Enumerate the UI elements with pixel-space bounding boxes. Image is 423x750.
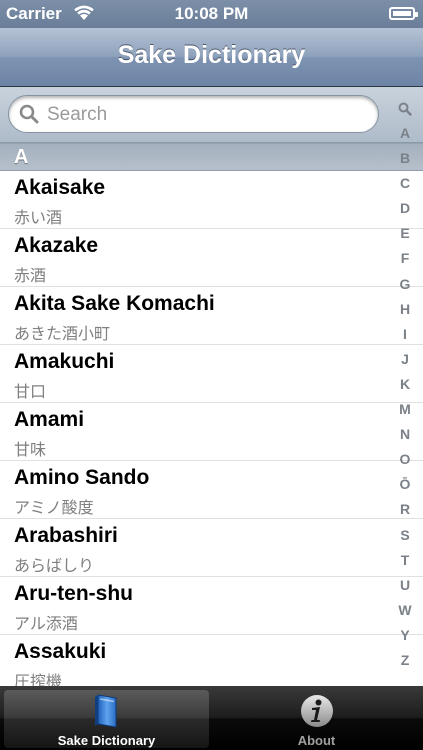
index-letter[interactable]: B <box>387 146 423 171</box>
index-letter[interactable]: U <box>387 573 423 598</box>
list-item[interactable]: Assakuki 圧搾機 <box>0 635 423 686</box>
entry-japanese: 甘味 <box>14 440 47 459</box>
index-letter[interactable]: T <box>387 548 423 573</box>
entry-japanese: 圧搾機 <box>14 672 63 686</box>
entry-japanese: アル添酒 <box>14 614 78 633</box>
index-letter[interactable]: G <box>387 272 423 297</box>
info-icon <box>214 693 419 729</box>
section-header: A <box>0 143 423 171</box>
list-item[interactable]: Akazake 赤酒 <box>0 229 423 287</box>
entry-japanese: アミノ酸度 <box>14 498 94 517</box>
search-bar <box>0 87 423 143</box>
list-item[interactable]: Amino Sando アミノ酸度 <box>0 461 423 519</box>
tab-label: Sake Dictionary <box>57 733 156 748</box>
clock: 10:08 PM <box>174 4 249 23</box>
index-letter[interactable]: R <box>387 497 423 522</box>
index-letter[interactable]: M <box>387 397 423 422</box>
index-letter[interactable]: N <box>387 422 423 447</box>
entry-title: Amino Sando <box>14 466 150 489</box>
entry-japanese: あきた酒小町 <box>14 324 111 343</box>
list-item[interactable]: Amakuchi 甘口 <box>0 345 423 403</box>
list-item[interactable]: Aru-ten-shu アル添酒 <box>0 577 423 635</box>
status-bar: Carrier 10:08 PM <box>0 0 423 28</box>
index-letter[interactable]: S <box>387 523 423 548</box>
index-letter[interactable]: I <box>387 322 423 347</box>
entry-title: Akita Sake Komachi <box>14 292 215 315</box>
battery-icon <box>389 7 418 20</box>
entry-title: Akazake <box>14 234 99 257</box>
index-letter[interactable]: Ō <box>387 472 423 497</box>
index-letter[interactable]: A <box>387 121 423 146</box>
entry-japanese: 甘口 <box>14 382 47 401</box>
index-letter[interactable]: Y <box>387 623 423 648</box>
search-icon <box>19 104 39 129</box>
index-letter[interactable]: K <box>387 372 423 397</box>
list-item[interactable]: Arabashiri あらばしり <box>0 519 423 577</box>
entry-title: Amami <box>14 408 85 431</box>
index-letter[interactable]: Z <box>387 648 423 673</box>
index-letter[interactable]: D <box>387 196 423 221</box>
index-letter[interactable]: H <box>387 297 423 322</box>
entry-japanese: 赤い酒 <box>14 208 63 227</box>
tab-sake-dictionary[interactable]: Sake Dictionary <box>4 690 209 748</box>
list-item[interactable]: Akita Sake Komachi あきた酒小町 <box>0 287 423 345</box>
search-field[interactable] <box>8 95 379 133</box>
entry-japanese: あらばしり <box>14 556 95 575</box>
index-letter[interactable]: C <box>387 171 423 196</box>
entry-title: Akaisake <box>14 176 106 199</box>
index-letter[interactable]: E <box>387 221 423 246</box>
entry-title: Aru-ten-shu <box>14 582 133 605</box>
index-letter[interactable]: F <box>387 246 423 271</box>
index-letter[interactable]: W <box>387 598 423 623</box>
entry-title: Amakuchi <box>14 350 115 373</box>
index-letter[interactable]: J <box>387 347 423 372</box>
list-item[interactable]: Akaisake 赤い酒 <box>0 171 423 229</box>
tab-about[interactable]: About <box>214 690 419 748</box>
section-index[interactable]: A B C D E F G H I J K M N O Ō R S T U W … <box>387 96 423 676</box>
entry-japanese: 赤酒 <box>14 266 47 285</box>
index-search-icon[interactable] <box>387 96 423 121</box>
book-icon <box>4 693 209 729</box>
tab-bar: Sake Dictionary About <box>0 686 423 750</box>
dictionary-list[interactable]: Akaisake 赤い酒 Akazake 赤酒 Akita Sake Komac… <box>0 171 423 686</box>
navigation-bar: Sake Dictionary <box>0 28 423 87</box>
tab-label: About <box>297 733 336 748</box>
list-item[interactable]: Amami 甘味 <box>0 403 423 461</box>
page-title: Sake Dictionary <box>117 41 306 69</box>
section-header-label: A <box>14 146 29 168</box>
index-letter[interactable]: O <box>387 447 423 472</box>
entry-title: Assakuki <box>14 640 107 663</box>
entry-title: Arabashiri <box>14 524 118 547</box>
search-input[interactable] <box>45 101 369 129</box>
